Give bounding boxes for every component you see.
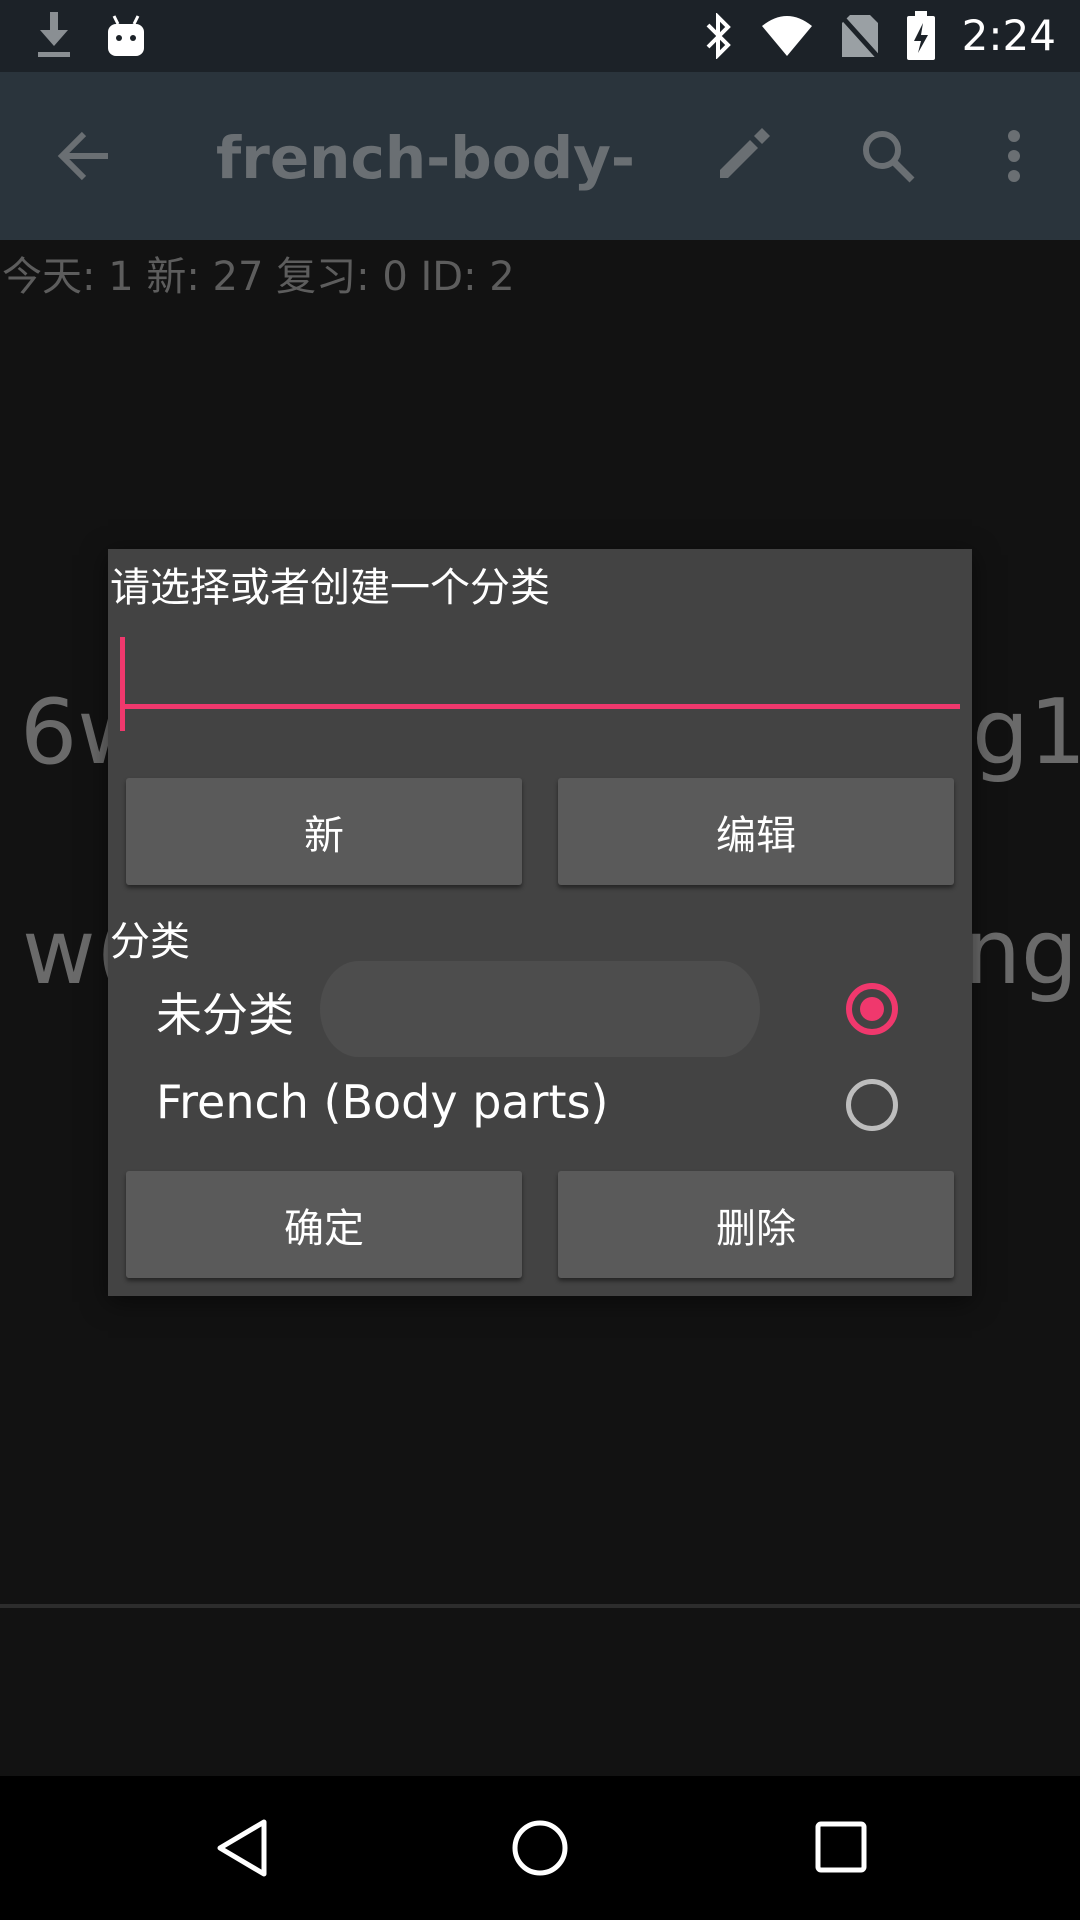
edit-button[interactable]: 编辑	[558, 778, 954, 885]
status-time: 2:24	[961, 11, 1056, 60]
ok-button[interactable]: 确定	[126, 1171, 522, 1278]
card-text-fragment: g1	[972, 680, 1080, 785]
new-button[interactable]: 新	[126, 778, 522, 885]
wifi-icon	[761, 16, 812, 56]
edit-pencil-icon[interactable]	[716, 126, 772, 182]
app-bar: french-body-p…	[0, 72, 1080, 240]
bluetooth-icon	[706, 13, 731, 59]
ripple-highlight	[320, 961, 760, 1057]
category-name-input[interactable]	[120, 629, 960, 709]
dialog-title: 请选择或者创建一个分类	[110, 565, 550, 611]
navigation-bar	[0, 1776, 1080, 1920]
download-icon	[38, 12, 70, 57]
delete-button[interactable]: 删除	[558, 1171, 954, 1278]
text-cursor	[120, 637, 125, 731]
battery-charging-icon	[906, 11, 935, 60]
radio-unselected-icon[interactable]	[846, 1079, 898, 1131]
more-vert-icon[interactable]	[1004, 128, 1024, 184]
search-icon[interactable]	[860, 128, 916, 184]
category-dialog: 请选择或者创建一个分类 新 编辑 分类 未分类 French (Body par…	[108, 549, 972, 1296]
back-arrow-icon[interactable]	[56, 130, 112, 182]
option-label: French (Body parts)	[156, 1075, 609, 1129]
section-label: 分类	[110, 919, 190, 965]
nav-back-icon[interactable]	[214, 1818, 270, 1878]
deck-stats: 今天: 1 新: 27 复习: 0 ID: 2	[2, 254, 515, 300]
no-sim-icon	[839, 15, 880, 59]
card-text-fragment: ng	[964, 900, 1079, 1005]
page-title: french-body-p…	[216, 124, 636, 192]
radio-selected-icon[interactable]	[846, 983, 898, 1035]
category-option-uncategorized[interactable]: 未分类	[108, 961, 972, 1057]
divider	[0, 1604, 1080, 1608]
nav-home-icon[interactable]	[510, 1818, 570, 1878]
category-option-french-body-parts[interactable]: French (Body parts)	[108, 1057, 972, 1153]
status-bar: 2:24	[0, 0, 1080, 72]
option-label: 未分类	[156, 988, 294, 1042]
nav-recents-icon[interactable]	[814, 1820, 868, 1874]
android-icon	[108, 15, 144, 56]
